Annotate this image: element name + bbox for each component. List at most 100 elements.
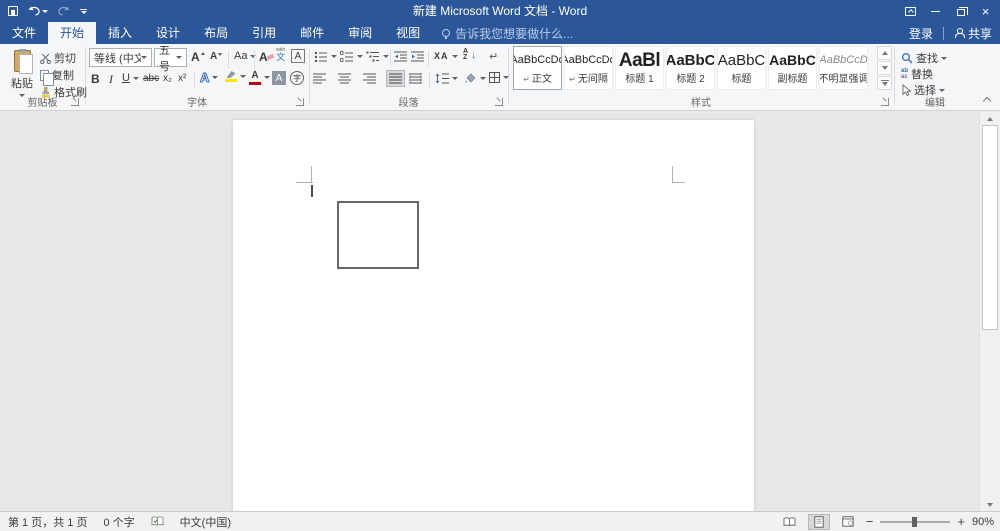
tab-layout[interactable]: 布局 bbox=[192, 22, 240, 44]
shrink-font-button[interactable]: A bbox=[210, 51, 222, 62]
paragraph-dialog-launcher-icon[interactable] bbox=[495, 98, 503, 106]
scrollbar-thumb[interactable] bbox=[982, 125, 998, 330]
borders-button[interactable] bbox=[489, 72, 509, 83]
tab-insert[interactable]: 插入 bbox=[96, 22, 144, 44]
page-number-status[interactable]: 第 1 页，共 1 页 bbox=[8, 514, 87, 530]
highlight-color-button[interactable] bbox=[225, 71, 246, 82]
zoom-slider-thumb[interactable] bbox=[912, 517, 917, 527]
style-no-spacing[interactable]: AaBbCcDd 无间隔 bbox=[564, 46, 613, 90]
chevron-down-icon[interactable] bbox=[331, 55, 337, 58]
find-button[interactable]: 查找 bbox=[901, 50, 947, 66]
tab-file[interactable]: 文件 bbox=[0, 22, 48, 44]
chevron-down-icon[interactable] bbox=[452, 77, 458, 80]
line-spacing-button[interactable] bbox=[435, 73, 458, 84]
character-border-button[interactable]: A bbox=[291, 49, 305, 63]
tab-references[interactable]: 引用 bbox=[240, 22, 288, 44]
align-left-button[interactable] bbox=[313, 73, 326, 84]
chevron-down-icon[interactable] bbox=[357, 55, 363, 58]
styles-scroll-up-button[interactable] bbox=[877, 46, 892, 60]
style-normal[interactable]: AaBbCcDd 正文 bbox=[513, 46, 562, 90]
chevron-down-icon[interactable] bbox=[452, 55, 458, 58]
enclose-characters-button[interactable]: 字 bbox=[290, 71, 304, 85]
scroll-up-button[interactable] bbox=[980, 112, 1000, 125]
zoom-in-button[interactable]: + bbox=[957, 514, 965, 529]
copy-button[interactable]: 复制 bbox=[40, 67, 74, 83]
sign-in-button[interactable]: 登录 bbox=[909, 25, 933, 42]
style-subtitle[interactable]: AaBbC 副标题 bbox=[768, 46, 817, 90]
zoom-out-button[interactable]: − bbox=[866, 514, 874, 529]
clipboard-dialog-launcher-icon[interactable] bbox=[71, 98, 79, 106]
chevron-down-icon[interactable] bbox=[133, 77, 139, 80]
strikethrough-button[interactable]: abc bbox=[143, 73, 159, 84]
text-effects-button[interactable]: A bbox=[200, 70, 218, 85]
tab-view[interactable]: 视图 bbox=[384, 22, 432, 44]
restore-button[interactable] bbox=[948, 0, 973, 22]
share-button[interactable]: 共享 bbox=[954, 25, 992, 42]
close-button[interactable]: × bbox=[973, 0, 998, 22]
word-count-status[interactable]: 0 个字 bbox=[103, 514, 134, 530]
chevron-down-icon[interactable] bbox=[480, 77, 486, 80]
shading-button[interactable] bbox=[464, 72, 486, 84]
font-color-button[interactable]: A bbox=[249, 70, 270, 85]
italic-button[interactable]: I bbox=[109, 72, 113, 87]
justify-button[interactable] bbox=[386, 70, 405, 87]
grow-font-button[interactable]: A bbox=[191, 50, 205, 64]
asian-layout-button[interactable]: XA bbox=[434, 51, 458, 61]
style-title[interactable]: AaBbC 标题 bbox=[717, 46, 766, 90]
superscript-button[interactable]: x² bbox=[178, 73, 186, 84]
cut-button[interactable]: 剪切 bbox=[40, 50, 76, 66]
tab-home[interactable]: 开始 bbox=[48, 22, 96, 44]
document-page[interactable] bbox=[233, 120, 754, 511]
zoom-slider[interactable] bbox=[880, 521, 950, 523]
bullets-button[interactable] bbox=[314, 51, 337, 62]
language-status[interactable]: 中文(中国) bbox=[180, 514, 231, 530]
chevron-down-icon[interactable] bbox=[941, 57, 947, 60]
scroll-down-button[interactable] bbox=[980, 498, 1000, 511]
tab-mailings[interactable]: 邮件 bbox=[288, 22, 336, 44]
zoom-level[interactable]: 90% bbox=[972, 516, 994, 528]
styles-dialog-launcher-icon[interactable] bbox=[881, 98, 889, 106]
style-heading-1[interactable]: AaBl 标题 1 bbox=[615, 46, 664, 90]
numbering-button[interactable] bbox=[340, 51, 363, 62]
clear-formatting-button[interactable]: A bbox=[259, 50, 274, 64]
tell-me-box[interactable]: 告诉我您想要做什么... bbox=[442, 22, 573, 44]
chevron-down-icon[interactable] bbox=[264, 76, 270, 79]
chevron-down-icon[interactable] bbox=[503, 76, 509, 79]
styles-gallery-more-button[interactable] bbox=[877, 76, 892, 90]
proofing-book-icon[interactable] bbox=[151, 516, 164, 527]
styles-scroll-down-button[interactable] bbox=[877, 61, 892, 75]
ribbon-display-options-button[interactable] bbox=[898, 0, 923, 22]
sort-button[interactable]: AZ ↓ bbox=[463, 49, 476, 61]
chevron-down-icon[interactable] bbox=[212, 76, 218, 79]
subscript-button[interactable]: x₂ bbox=[163, 73, 172, 84]
document-area[interactable] bbox=[0, 112, 979, 511]
font-size-combobox[interactable]: 五号 bbox=[154, 48, 187, 67]
bold-button[interactable]: B bbox=[91, 72, 100, 86]
underline-button[interactable]: U bbox=[122, 72, 139, 84]
tab-review[interactable]: 审阅 bbox=[336, 22, 384, 44]
font-dialog-launcher-icon[interactable] bbox=[296, 98, 304, 106]
chevron-down-icon[interactable] bbox=[939, 89, 945, 92]
vertical-scrollbar[interactable] bbox=[979, 112, 1000, 511]
distribute-button[interactable] bbox=[409, 73, 422, 84]
align-center-button[interactable] bbox=[338, 73, 351, 84]
align-right-button[interactable] bbox=[363, 73, 376, 84]
increase-indent-button[interactable] bbox=[411, 51, 424, 62]
chevron-down-icon[interactable] bbox=[240, 75, 246, 78]
print-layout-button[interactable] bbox=[808, 514, 830, 530]
show-hide-marks-button[interactable]: ↵ bbox=[489, 50, 498, 63]
rectangle-shape[interactable] bbox=[337, 201, 419, 269]
collapse-ribbon-button[interactable] bbox=[983, 97, 991, 105]
style-subtle-emphasis[interactable]: AaBbCcD 不明显强调 bbox=[819, 46, 868, 90]
minimize-button[interactable] bbox=[923, 0, 948, 22]
decrease-indent-button[interactable] bbox=[394, 51, 407, 62]
character-shading-button[interactable]: A bbox=[272, 71, 286, 85]
replace-button[interactable]: abac 替换 bbox=[901, 66, 933, 82]
style-heading-2[interactable]: AaBbC 标题 2 bbox=[666, 46, 715, 90]
chevron-down-icon[interactable] bbox=[383, 55, 389, 58]
read-mode-button[interactable] bbox=[779, 514, 801, 530]
multilevel-list-button[interactable] bbox=[366, 51, 389, 62]
font-name-combobox[interactable]: 等线 (中文正 bbox=[89, 48, 152, 67]
phonetic-guide-button[interactable]: wén文 bbox=[276, 48, 285, 62]
web-layout-button[interactable] bbox=[837, 514, 859, 530]
